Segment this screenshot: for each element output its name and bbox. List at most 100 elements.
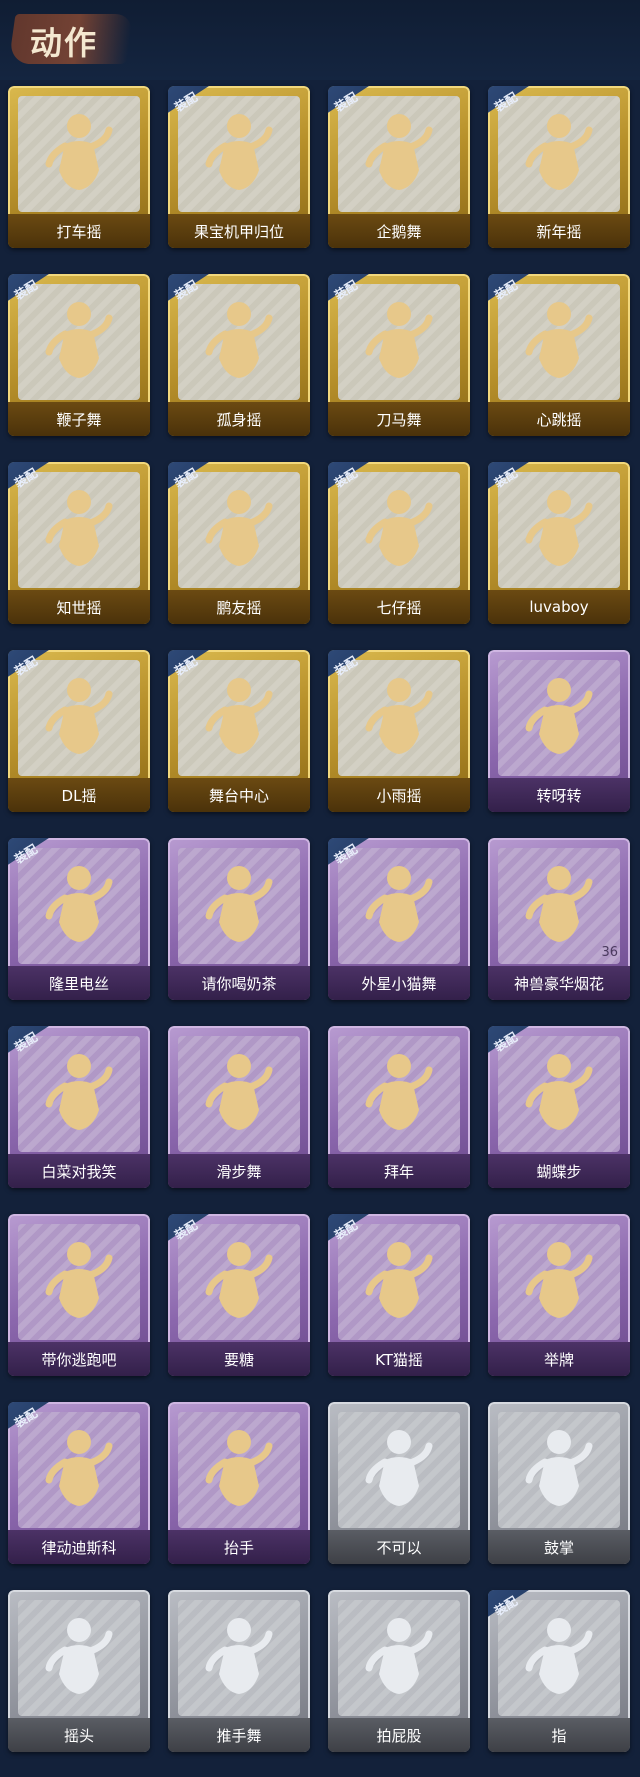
action-card[interactable]: 滑步舞 [168, 1026, 310, 1188]
action-card[interactable]: 举牌 [488, 1214, 630, 1376]
dance-figure-icon [205, 1054, 273, 1130]
action-card[interactable]: 装配 新年摇 [488, 86, 630, 248]
action-label: 鹏友摇 [168, 590, 310, 624]
action-label: 果宝机甲归位 [168, 214, 310, 248]
page-title: 动作 [30, 24, 99, 62]
action-label: 孤身摇 [168, 402, 310, 436]
action-card[interactable]: 装配 小雨摇 [328, 650, 470, 812]
action-card[interactable]: 不可以 [328, 1402, 470, 1564]
action-label: 心跳摇 [488, 402, 630, 436]
action-label: 蝴蝶步 [488, 1154, 630, 1188]
action-card[interactable]: 鼓掌 [488, 1402, 630, 1564]
action-label: 指 [488, 1718, 630, 1752]
dance-figure-icon [45, 1618, 113, 1694]
dance-figure-icon [365, 1242, 433, 1318]
action-label: 转呀转 [488, 778, 630, 812]
dance-figure-icon [45, 490, 113, 566]
action-label: 举牌 [488, 1342, 630, 1376]
action-card[interactable]: 装配 luvaboy [488, 462, 630, 624]
action-label: 拍屁股 [328, 1718, 470, 1752]
action-card[interactable]: 装配 知世摇 [8, 462, 150, 624]
action-card[interactable]: 装配 DL摇 [8, 650, 150, 812]
action-card[interactable]: 装配 七仔摇 [328, 462, 470, 624]
action-card[interactable]: 拍屁股 [328, 1590, 470, 1752]
item-count: 36 [601, 945, 618, 960]
action-label: 小雨摇 [328, 778, 470, 812]
action-card[interactable]: 装配 孤身摇 [168, 274, 310, 436]
action-label: 鼓掌 [488, 1530, 630, 1564]
action-label: 推手舞 [168, 1718, 310, 1752]
action-card[interactable]: 装配 律动迪斯科 [8, 1402, 150, 1564]
action-card[interactable]: 装配 企鹅舞 [328, 86, 470, 248]
dance-figure-icon [45, 866, 113, 942]
action-card[interactable]: 装配 鞭子舞 [8, 274, 150, 436]
action-label: 企鹅舞 [328, 214, 470, 248]
header: 动作 [0, 0, 640, 80]
action-label: 请你喝奶茶 [168, 966, 310, 1000]
action-card[interactable]: 装配 白菜对我笑 [8, 1026, 150, 1188]
action-card[interactable]: 装配 舞台中心 [168, 650, 310, 812]
action-label: 滑步舞 [168, 1154, 310, 1188]
dance-figure-icon [45, 114, 113, 190]
action-label: 刀马舞 [328, 402, 470, 436]
dance-figure-icon [365, 490, 433, 566]
action-card[interactable]: 推手舞 [168, 1590, 310, 1752]
action-card[interactable]: 装配 鹏友摇 [168, 462, 310, 624]
action-card[interactable]: 36 神兽豪华烟花 [488, 838, 630, 1000]
dance-figure-icon [525, 1618, 593, 1694]
dance-figure-icon [525, 866, 593, 942]
action-label: 鞭子舞 [8, 402, 150, 436]
action-label: 摇头 [8, 1718, 150, 1752]
dance-figure-icon [205, 114, 273, 190]
dance-figure-icon [205, 866, 273, 942]
dance-figure-icon [365, 302, 433, 378]
dance-figure-icon [205, 490, 273, 566]
action-card[interactable]: 装配 心跳摇 [488, 274, 630, 436]
action-card[interactable]: 装配指 [488, 1590, 630, 1752]
action-label: 要糖 [168, 1342, 310, 1376]
dance-figure-icon [45, 1430, 113, 1506]
action-label: 七仔摇 [328, 590, 470, 624]
action-card[interactable]: 请你喝奶茶 [168, 838, 310, 1000]
action-label: luvaboy [488, 590, 630, 624]
action-label: 舞台中心 [168, 778, 310, 812]
dance-figure-icon [525, 1430, 593, 1506]
action-label: 拜年 [328, 1154, 470, 1188]
dance-figure-icon [525, 302, 593, 378]
action-label: KT猫摇 [328, 1342, 470, 1376]
action-label: DL摇 [8, 778, 150, 812]
dance-figure-icon [205, 1430, 273, 1506]
action-card[interactable]: 带你逃跑吧 [8, 1214, 150, 1376]
action-card[interactable]: 摇头 [8, 1590, 150, 1752]
dance-figure-icon [525, 1242, 593, 1318]
action-card[interactable]: 转呀转 [488, 650, 630, 812]
dance-figure-icon [365, 1430, 433, 1506]
action-card[interactable]: 装配 KT猫摇 [328, 1214, 470, 1376]
dance-figure-icon [365, 866, 433, 942]
action-card[interactable]: 装配 外星小猫舞 [328, 838, 470, 1000]
action-label: 神兽豪华烟花 [488, 966, 630, 1000]
dance-figure-icon [525, 678, 593, 754]
dance-figure-icon [205, 302, 273, 378]
action-label: 外星小猫舞 [328, 966, 470, 1000]
dance-figure-icon [45, 1054, 113, 1130]
action-card[interactable]: 装配 隆里电丝 [8, 838, 150, 1000]
action-card[interactable]: 抬手 [168, 1402, 310, 1564]
dance-figure-icon [45, 678, 113, 754]
action-card[interactable]: 装配 蝴蝶步 [488, 1026, 630, 1188]
action-card[interactable]: 拜年 [328, 1026, 470, 1188]
dance-figure-icon [365, 678, 433, 754]
action-label: 白菜对我笑 [8, 1154, 150, 1188]
dance-figure-icon [365, 1618, 433, 1694]
action-card[interactable]: 装配 果宝机甲归位 [168, 86, 310, 248]
dance-figure-icon [45, 1242, 113, 1318]
dance-figure-icon [205, 678, 273, 754]
dance-figure-icon [205, 1242, 273, 1318]
dance-figure-icon [365, 114, 433, 190]
dance-figure-icon [525, 490, 593, 566]
action-label: 带你逃跑吧 [8, 1342, 150, 1376]
action-grid: 打车摇 装配 果宝机甲归位 装配 企鹅舞 装配 新年摇装配 鞭子舞 装配 孤身摇 装配 刀马舞 装配 心跳… [8, 86, 632, 1752]
action-card[interactable]: 装配 刀马舞 [328, 274, 470, 436]
action-card[interactable]: 打车摇 [8, 86, 150, 248]
action-card[interactable]: 装配 要糖 [168, 1214, 310, 1376]
